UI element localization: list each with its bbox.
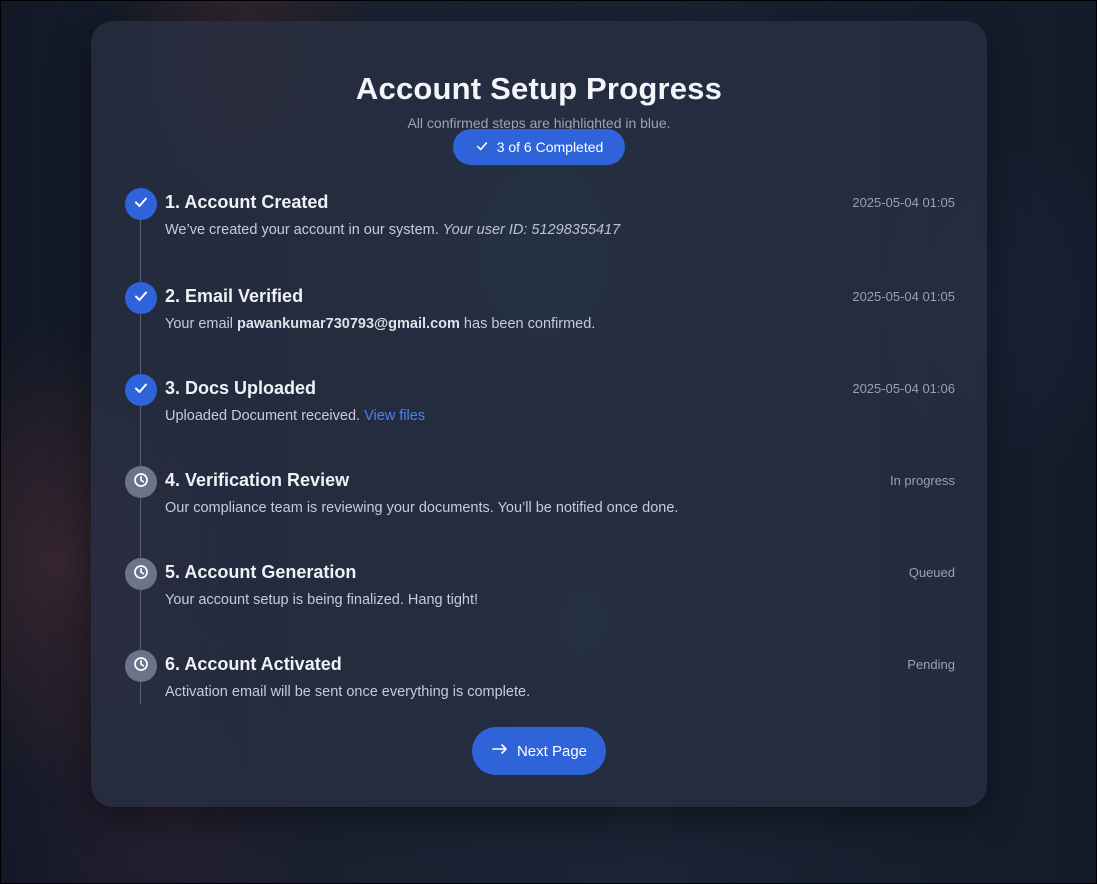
check-icon [133, 194, 149, 215]
timeline-connector [140, 498, 141, 558]
clock-icon [133, 656, 149, 677]
step-verification-review: 4. Verification Review In progress Our c… [125, 466, 955, 558]
step-status-marker [125, 188, 157, 220]
user-id-text: Your user ID: 51298355417 [442, 222, 621, 238]
step-status-marker [125, 650, 157, 682]
next-page-button[interactable]: Next Page [472, 727, 606, 775]
step-description: Activation email will be sent once every… [165, 684, 531, 700]
step-title: 2. Email Verified [165, 286, 304, 306]
step-status-text: In progress [889, 473, 955, 488]
completion-badge-label: 3 of 6 Completed [496, 139, 604, 155]
step-status-marker [125, 466, 157, 498]
step-status-marker [125, 558, 157, 590]
step-account-created: 1. Account Created 2025-05-04 01:05 We’v… [125, 188, 955, 282]
step-description-prefix: Your email [165, 316, 238, 332]
step-email-verified: 2. Email Verified 2025-05-04 01:05 Your … [125, 282, 955, 374]
arrow-right-icon [491, 740, 509, 762]
step-title: 4. Verification Review [165, 470, 350, 490]
page-title: Account Setup Progress [355, 71, 723, 106]
step-account-activated: 6. Account Activated Pending Activation … [125, 650, 955, 706]
step-description: Your account setup is being finalized. H… [165, 592, 479, 608]
timeline-connector [140, 314, 141, 374]
step-description-text: Uploaded Document received. [165, 408, 365, 424]
check-icon [133, 380, 149, 401]
step-title: 6. Account Activated [165, 654, 342, 674]
step-timestamp: 2025-05-04 01:05 [852, 195, 955, 210]
step-timestamp: 2025-05-04 01:05 [852, 289, 955, 304]
step-docs-uploaded: 3. Docs Uploaded 2025-05-04 01:06 Upload… [125, 374, 955, 466]
timeline-connector [140, 590, 141, 650]
step-description: Our compliance team is reviewing your do… [165, 500, 679, 516]
step-title: 3. Docs Uploaded [165, 378, 317, 398]
step-title: 5. Account Generation [165, 562, 357, 582]
check-icon [133, 288, 149, 309]
step-status-marker [125, 282, 157, 314]
step-description: Uploaded Document received. View files [165, 408, 425, 424]
step-title: 1. Account Created [165, 192, 329, 212]
step-description: Your email pawankumar730793@gmail.com ha… [165, 316, 595, 332]
step-description-text: We’ve created your account in our system… [165, 222, 443, 238]
clock-icon [133, 472, 149, 493]
clock-icon [133, 564, 149, 585]
step-description-suffix: has been confirmed. [459, 316, 596, 332]
step-status-text: Pending [907, 657, 955, 672]
timeline-connector [140, 406, 141, 466]
email-address: pawankumar730793@gmail.com [237, 316, 460, 332]
completion-badge: 3 of 6 Completed [453, 129, 625, 165]
view-files-link[interactable]: View files [364, 408, 425, 424]
timeline-connector [140, 682, 141, 704]
timeline-connector [140, 220, 141, 282]
step-timestamp: 2025-05-04 01:06 [852, 381, 955, 396]
check-icon [475, 139, 489, 156]
next-page-label: Next Page [516, 742, 588, 760]
step-description: We’ve created your account in our system… [165, 222, 620, 238]
step-status-text: Queued [908, 565, 955, 580]
step-status-marker [125, 374, 157, 406]
step-account-generation: 5. Account Generation Queued Your accoun… [125, 558, 955, 650]
